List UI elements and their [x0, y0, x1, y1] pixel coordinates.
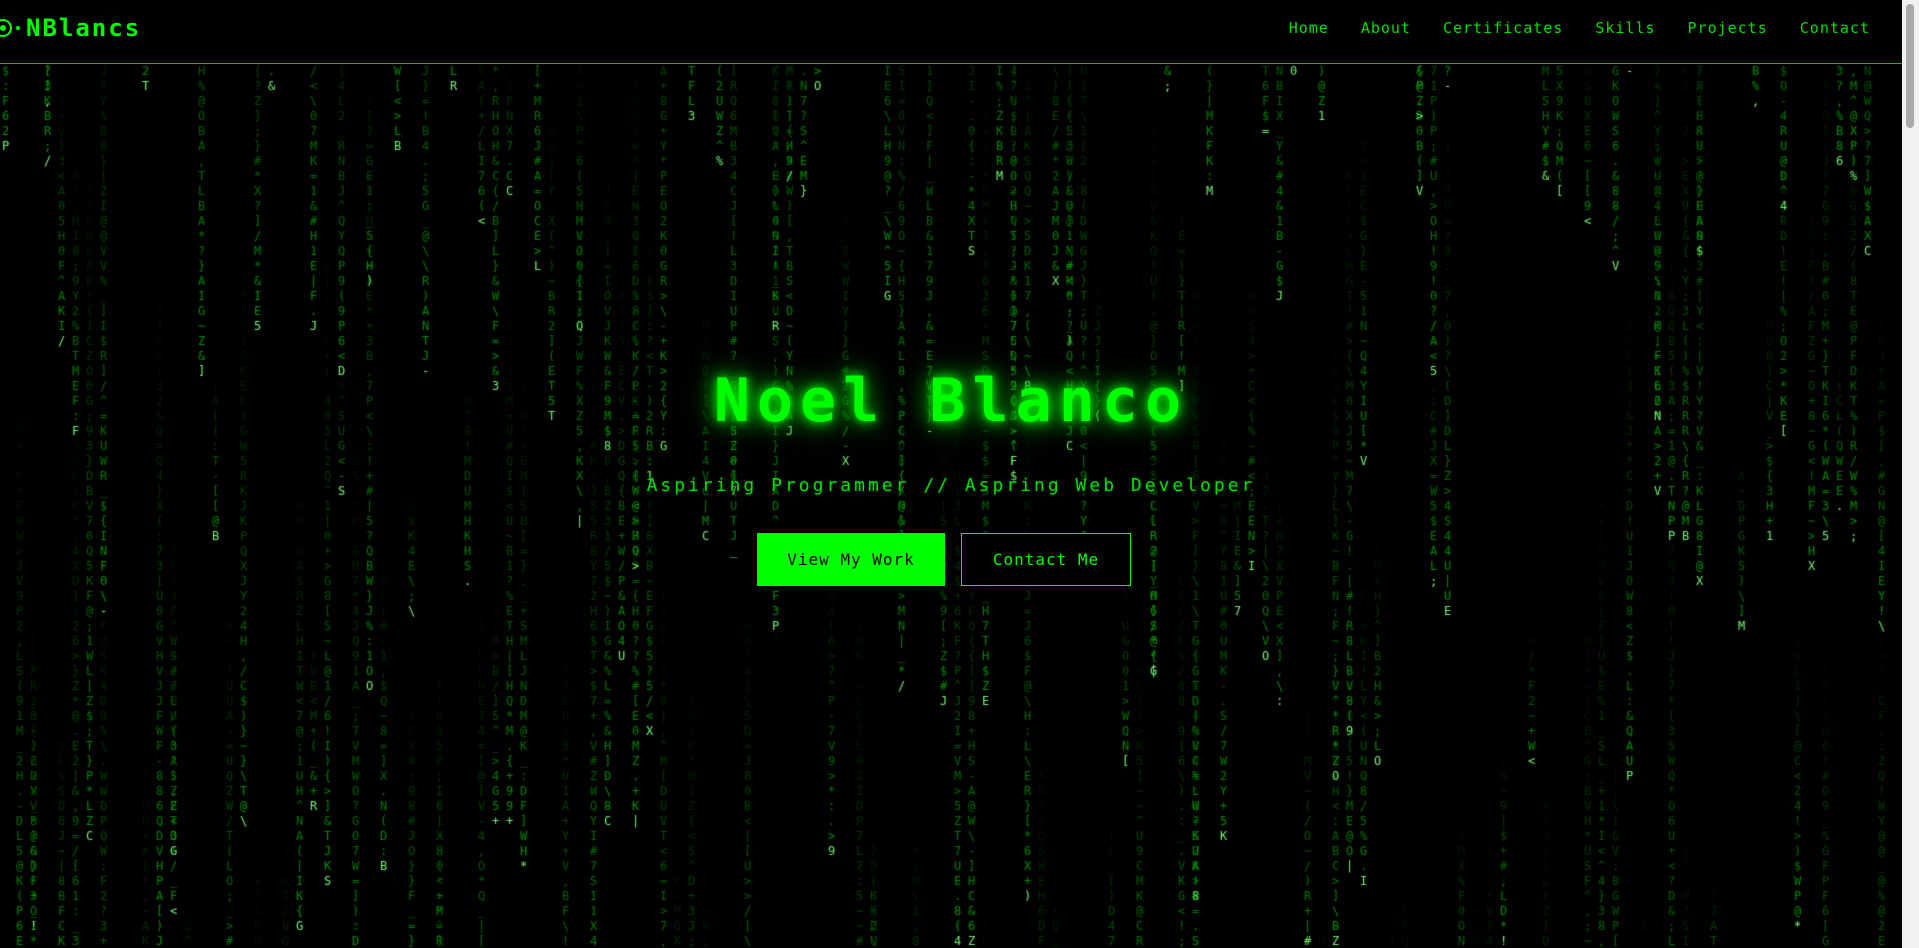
- nav-link-projects[interactable]: Projects: [1688, 19, 1768, 37]
- view-my-work-button[interactable]: View My Work: [757, 533, 945, 586]
- page-scrollbar[interactable]: [1902, 0, 1919, 948]
- nav-link-contact[interactable]: Contact: [1800, 19, 1870, 37]
- logo-text: NBlancs: [26, 14, 142, 42]
- logo-icon: [0, 19, 12, 37]
- nav-link-about[interactable]: About: [1361, 19, 1411, 37]
- navbar: NBlancs Home About Certificates Skills P…: [0, 0, 1902, 64]
- logo[interactable]: NBlancs: [0, 14, 141, 42]
- hero-section: Noel Blanco Aspiring Programmer // Aspri…: [0, 64, 1902, 948]
- scrollbar-thumb[interactable]: [1906, 4, 1914, 128]
- nav-links: Home About Certificates Skills Projects …: [1289, 19, 1870, 37]
- contact-me-button[interactable]: Contact Me: [961, 533, 1131, 586]
- nav-link-certificates[interactable]: Certificates: [1443, 19, 1563, 37]
- nav-link-home[interactable]: Home: [1289, 19, 1329, 37]
- nav-link-skills[interactable]: Skills: [1595, 19, 1655, 37]
- hero-subtitle: Aspiring Programmer // Aspring Web Devel…: [646, 475, 1256, 496]
- logo-dot-icon: [16, 26, 20, 30]
- hero-name: Noel Blanco: [713, 366, 1189, 436]
